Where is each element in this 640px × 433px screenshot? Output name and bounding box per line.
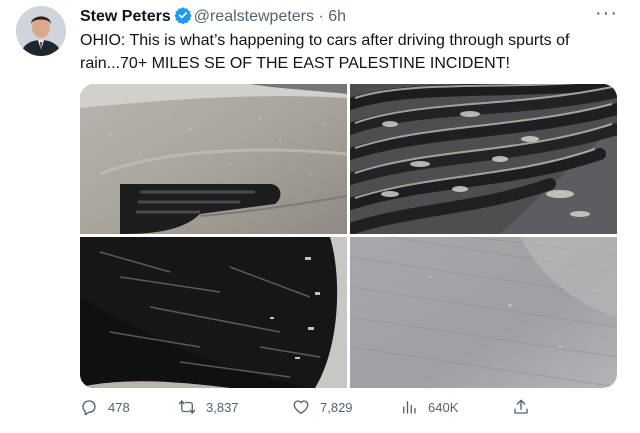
photo-car-bumper[interactable] bbox=[80, 84, 347, 234]
reply-count: 478 bbox=[108, 399, 130, 415]
views-chart-icon bbox=[403, 401, 416, 414]
views-count: 640K bbox=[428, 399, 459, 415]
views-button[interactable]: 640K bbox=[400, 398, 458, 416]
avatar[interactable] bbox=[16, 6, 66, 56]
reply-icon bbox=[82, 400, 96, 416]
avatar-photo bbox=[16, 6, 66, 56]
share-icon bbox=[514, 399, 528, 414]
timestamp[interactable]: 6h bbox=[328, 8, 346, 25]
photo-peeling-coating[interactable] bbox=[350, 84, 617, 234]
tweet-text: OHIO: This is what’s happening to cars a… bbox=[80, 32, 570, 72]
retweet-count: 3,837 bbox=[206, 399, 239, 415]
handle[interactable]: @realstewpeters bbox=[194, 8, 314, 25]
more-dots-icon[interactable]: ··· bbox=[595, 2, 618, 25]
tweet-header: Stew Peters @realstewpeters · 6h bbox=[80, 6, 346, 30]
photo-grey-surface[interactable] bbox=[350, 237, 617, 388]
share-button[interactable] bbox=[512, 398, 540, 416]
media-grid bbox=[80, 84, 617, 388]
action-bar: 478 3,837 7,829 640K bbox=[80, 398, 540, 422]
separator-dot: · bbox=[318, 8, 324, 25]
photo-bumper-corner[interactable] bbox=[80, 237, 347, 388]
reply-button[interactable]: 478 bbox=[80, 398, 130, 416]
heart-icon bbox=[293, 400, 309, 415]
retweet-icon bbox=[178, 400, 196, 414]
display-name[interactable]: Stew Peters bbox=[80, 8, 171, 25]
verified-badge-icon bbox=[174, 6, 192, 30]
like-button[interactable]: 7,829 bbox=[292, 398, 353, 416]
tweet[interactable]: Stew Peters @realstewpeters · 6h ··· OHIO… bbox=[0, 0, 640, 433]
retweet-button[interactable]: 3,837 bbox=[178, 398, 239, 416]
like-count: 7,829 bbox=[320, 399, 353, 415]
